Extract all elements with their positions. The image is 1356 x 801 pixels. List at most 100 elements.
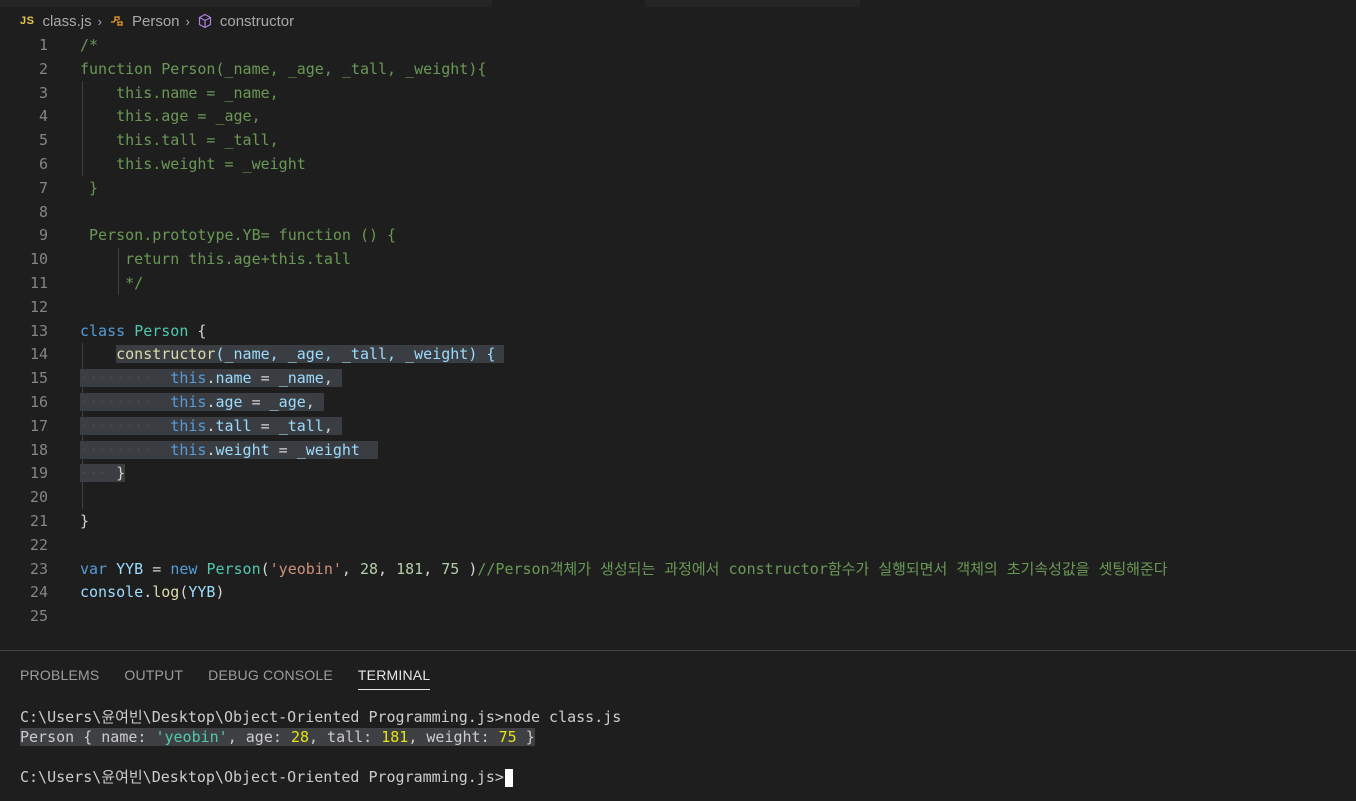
code-editor[interactable]: 1 2 3 4 5 6 7 8 9 10 11 12 13 14 15 16 1… bbox=[0, 34, 1356, 634]
output-text: } bbox=[516, 728, 535, 746]
number: 75 bbox=[441, 559, 460, 578]
number: 28 bbox=[359, 559, 379, 578]
keyword: var bbox=[80, 559, 108, 578]
variable: _name bbox=[278, 369, 324, 388]
line-number: 12 bbox=[29, 297, 48, 316]
terminal[interactable]: C:\Users\윤여빈\Desktop\Object-Oriented Pro… bbox=[20, 707, 621, 787]
terminal-line: C:\Users\윤여빈\Desktop\Object-Oriented Pro… bbox=[20, 708, 622, 726]
bottom-panel: PROBLEMS OUTPUT DEBUG CONSOLE TERMINAL C… bbox=[0, 650, 1356, 801]
code-line: ········ this.tall = _tall, bbox=[80, 415, 1356, 439]
code-line: console.log(YYB) bbox=[80, 583, 225, 602]
code-line: ········ this.weight = _weight bbox=[80, 439, 1356, 463]
keyword: new bbox=[170, 559, 198, 578]
code-line: ········ this.age = _age, bbox=[80, 391, 1356, 415]
line-number: 15 bbox=[29, 369, 48, 388]
breadcrumb: JS class.js › Person › constructor bbox=[20, 9, 294, 33]
code-line: this.tall = _tall, bbox=[80, 131, 279, 150]
line-number: 16 bbox=[29, 392, 48, 411]
selection: Person { name: 'yeobin', age: 28, tall: … bbox=[20, 728, 535, 746]
line-number: 20 bbox=[29, 488, 48, 507]
comment: //Person객체가 생성되는 과정에서 constructor함수가 실행되… bbox=[477, 559, 1168, 578]
output-text: Person { name: bbox=[20, 728, 156, 746]
output-number: 181 bbox=[381, 728, 409, 746]
line-number: 10 bbox=[29, 250, 48, 269]
whitespace-dots: ········ bbox=[80, 369, 153, 388]
line-number: 11 bbox=[29, 273, 48, 292]
selection: ··· } bbox=[80, 464, 126, 483]
keyword: class bbox=[80, 321, 126, 340]
selection: ········ this.tall = _tall, bbox=[80, 416, 342, 435]
line-number: 24 bbox=[29, 583, 48, 602]
breadcrumb-file[interactable]: class.js bbox=[42, 13, 91, 30]
variable: _tall bbox=[278, 416, 324, 435]
tab-debug-console[interactable]: DEBUG CONSOLE bbox=[208, 665, 333, 689]
variable: YYB bbox=[188, 583, 216, 602]
variable: _weight bbox=[296, 440, 360, 459]
line-number: 9 bbox=[38, 226, 48, 245]
terminal-cursor bbox=[504, 768, 513, 787]
number: 181 bbox=[396, 559, 424, 578]
selection: ········ this.age = _age, bbox=[80, 392, 324, 411]
line-number: 17 bbox=[29, 416, 48, 435]
output-text: , weight: bbox=[408, 728, 499, 746]
class-name: Person bbox=[206, 559, 261, 578]
whitespace-dots: ········ bbox=[80, 440, 153, 459]
line-number: 8 bbox=[38, 202, 48, 221]
breadcrumb-class[interactable]: Person bbox=[132, 13, 180, 30]
code-line: class Person { bbox=[80, 320, 1356, 344]
punctuation: { bbox=[188, 321, 207, 340]
output-string: 'yeobin' bbox=[155, 728, 228, 746]
line-number: 22 bbox=[29, 535, 48, 554]
tab-strip-segment bbox=[0, 0, 492, 7]
code-line: Person.prototype.YB= function () { bbox=[80, 226, 397, 245]
code-line: this.weight = _weight bbox=[80, 154, 306, 173]
output-number: 75 bbox=[498, 728, 517, 746]
parameters: (_name, _age, _tall, _weight) { bbox=[215, 345, 496, 364]
property: weight bbox=[215, 440, 270, 459]
code-line: } bbox=[80, 178, 99, 197]
code-line: */ bbox=[80, 273, 144, 292]
property: age bbox=[215, 392, 243, 411]
tab-problems[interactable]: PROBLEMS bbox=[20, 665, 99, 689]
line-number: 7 bbox=[38, 178, 48, 197]
line-number-gutter: 1 2 3 4 5 6 7 8 9 10 11 12 13 14 15 16 1… bbox=[0, 34, 56, 629]
line-number: 3 bbox=[38, 83, 48, 102]
code-line: this.name = _name, bbox=[80, 83, 279, 102]
whitespace-dots: ········ bbox=[80, 392, 153, 411]
code-line: ········ this.name = _name, bbox=[80, 367, 1356, 391]
terminal-prompt: C:\Users\윤여빈\Desktop\Object-Oriented Pro… bbox=[20, 768, 504, 786]
string: 'yeobin' bbox=[269, 559, 342, 578]
line-number: 5 bbox=[38, 131, 48, 150]
keyword-this: this bbox=[170, 416, 207, 435]
line-number: 6 bbox=[38, 154, 48, 173]
output-text: , age: bbox=[227, 728, 291, 746]
code-line: /* bbox=[80, 36, 99, 54]
tab-terminal[interactable]: TERMINAL bbox=[357, 665, 431, 690]
symbol-class-icon bbox=[108, 12, 126, 30]
line-number: 25 bbox=[29, 607, 48, 626]
chevron-right-icon: › bbox=[185, 13, 190, 29]
javascript-file-icon: JS bbox=[20, 15, 35, 27]
terminal-line: C:\Users\윤여빈\Desktop\Object-Oriented Pro… bbox=[20, 767, 621, 787]
keyword-this: this bbox=[170, 440, 207, 459]
line-number: 14 bbox=[29, 345, 48, 364]
code-line: this.age = _age, bbox=[80, 107, 261, 126]
property: tall bbox=[215, 416, 252, 435]
function-name: log bbox=[152, 583, 180, 602]
panel-tabs: PROBLEMS OUTPUT DEBUG CONSOLE TERMINAL bbox=[20, 665, 431, 690]
class-name: Person bbox=[134, 321, 189, 340]
tab-output[interactable]: OUTPUT bbox=[124, 665, 183, 689]
selection: constructor(_name, _age, _tall, _weight)… bbox=[116, 345, 505, 364]
code-line: } bbox=[80, 511, 90, 530]
output-number: 28 bbox=[290, 728, 309, 746]
line-number: 2 bbox=[38, 59, 48, 78]
variable: console bbox=[80, 583, 144, 602]
code-area[interactable]: /* function Person(_name, _age, _tall, _… bbox=[80, 34, 1356, 629]
variable: YYB bbox=[116, 559, 144, 578]
code-line: constructor(_name, _age, _tall, _weight)… bbox=[80, 343, 1356, 367]
variable: _age bbox=[269, 392, 306, 411]
breadcrumb-method[interactable]: constructor bbox=[220, 13, 294, 30]
